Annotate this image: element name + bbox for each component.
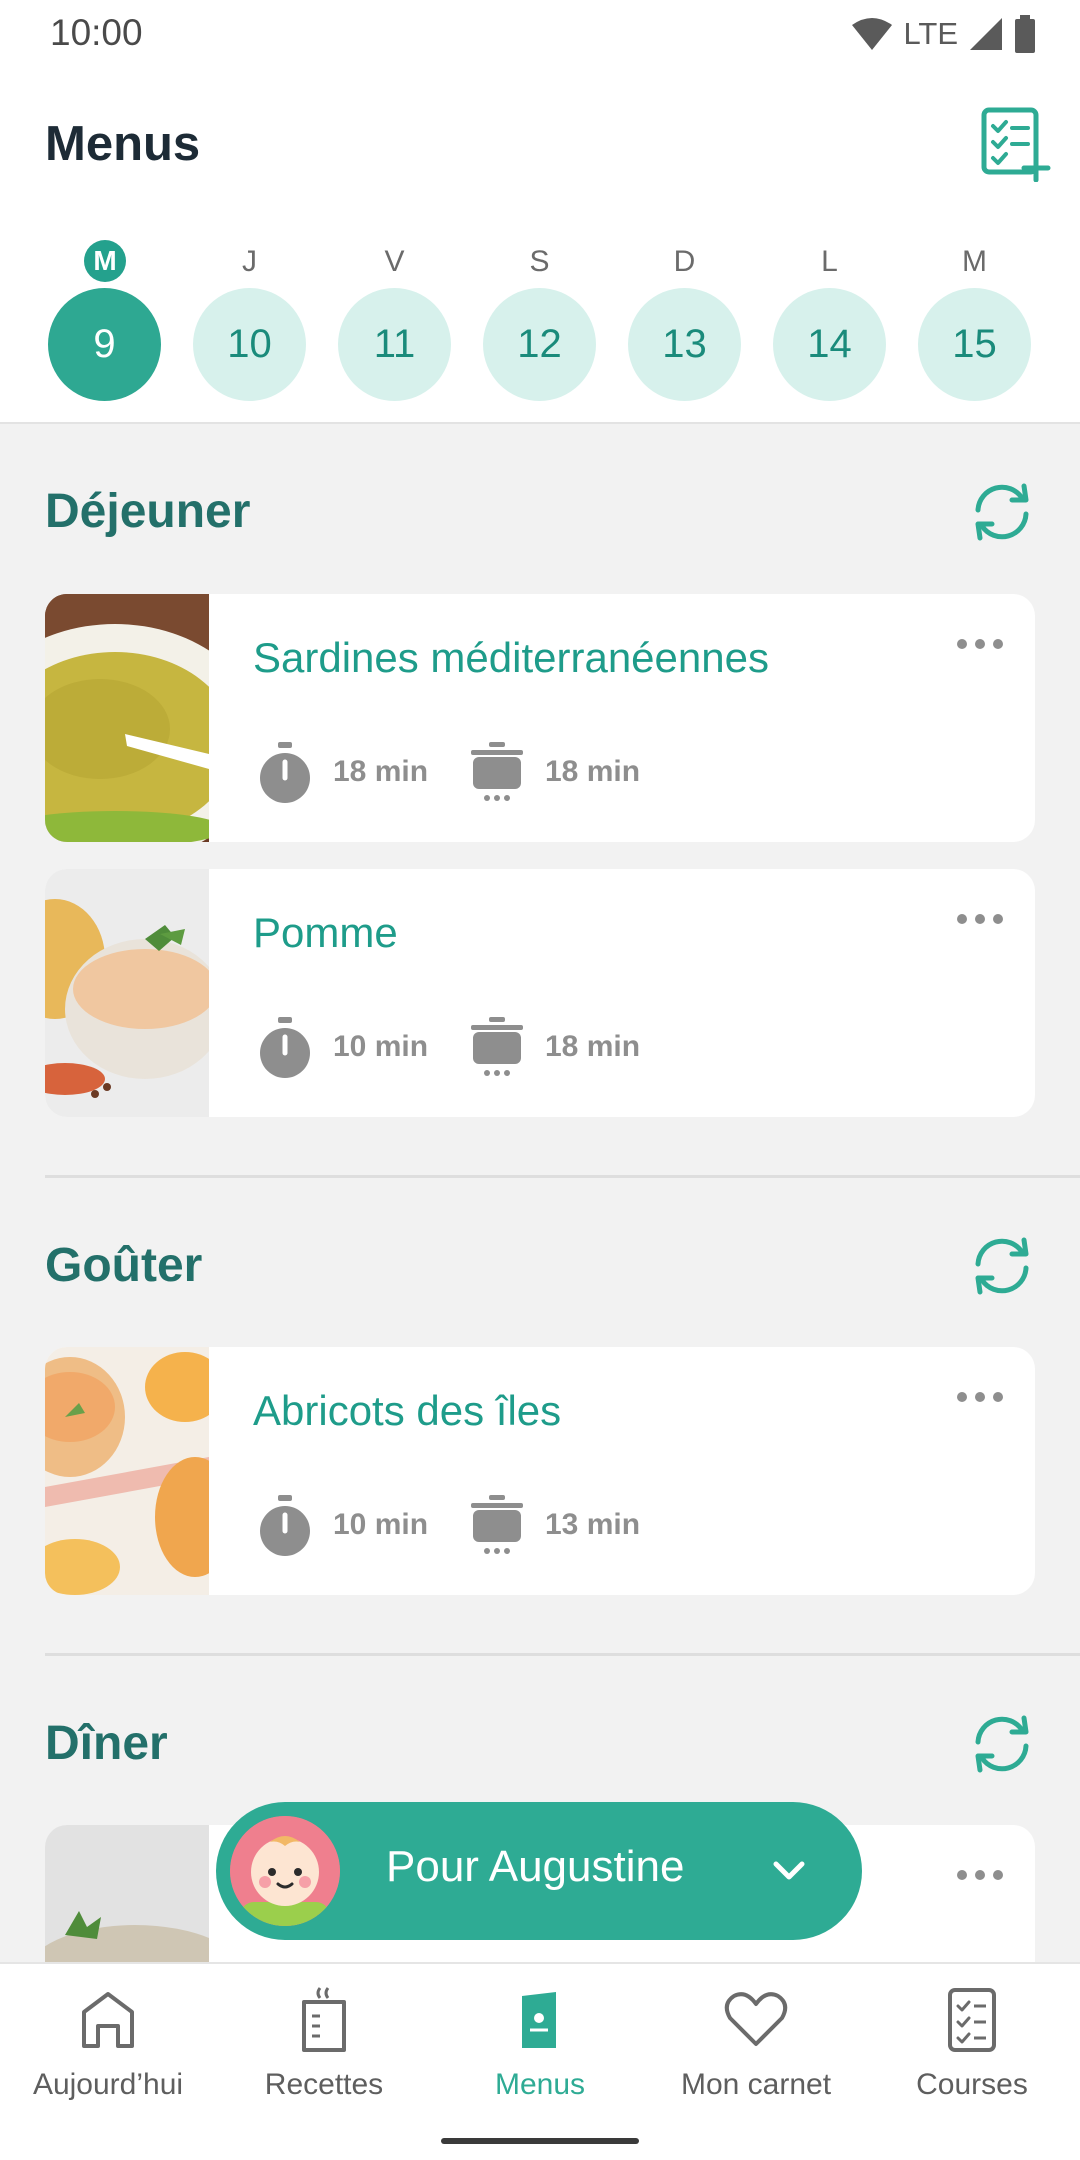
refresh-icon [975,1237,1029,1295]
day-number: 12 [483,288,596,401]
network-type: LTE [903,16,958,51]
nav-item-menus[interactable]: Menus [432,1964,648,2118]
refresh-gouter-button[interactable] [966,1230,1038,1302]
nav-label: Courses [916,2068,1028,2101]
nav-label: Menus [494,2068,586,2101]
add-to-list-button[interactable] [980,106,1052,183]
profile-name: Pour Augustine [386,1842,685,1891]
status-icons: LTE [851,14,1036,54]
more-options-button[interactable] [955,1863,1005,1887]
pot-icon [471,1495,523,1554]
recipe-title: Sardines méditerranéennes [253,634,769,681]
refresh-dejeuner-button[interactable] [966,476,1038,548]
status-bar: 10:00 LTE [0,0,1080,66]
nav-label: Recettes [264,2068,384,2101]
day-selector-item[interactable]: V 11 [338,240,451,401]
day-letter: D [673,245,696,278]
nav-item-aujourdhui[interactable]: Aujourd’hui [0,1964,216,2118]
cook-time: 18 min [469,742,640,802]
recipe-icon [302,1987,346,2052]
day-number: 13 [628,288,741,401]
section-divider [45,1653,1080,1656]
status-time: 10:00 [50,12,143,53]
section-title-gouter: Goûter [45,1239,203,1292]
recipe-card[interactable]: Abricots des îles 10 min 13 min [45,1347,1035,1595]
baby-avatar-icon [230,1816,340,1926]
day-selector-item[interactable]: M 15 [918,240,1031,401]
cook-time: 13 min [469,1495,640,1555]
prep-time-label: 18 min [333,755,429,788]
more-options-button[interactable] [955,907,1005,931]
recipe-card[interactable]: Sardines méditerranéennes 18 min 18 min [45,594,1035,842]
day-number: 10 [193,288,306,401]
refresh-icon [975,483,1029,541]
page-title: Menus [45,117,201,171]
wifi-icon [852,18,893,50]
nav-label: Mon carnet [680,2068,832,2101]
timer-icon [260,1495,310,1556]
recipe-image [45,1347,209,1595]
prep-time: 10 min [257,1495,429,1556]
recipe-card[interactable]: Pomme 10 min 18 min [45,869,1035,1117]
nav-item-mon-carnet[interactable]: Mon carnet [648,1964,864,2118]
day-number: 9 [48,288,161,401]
bottom-navigation: Aujourd’hui Recettes Menus Mon carnet Co… [0,1962,1080,2116]
prep-time: 10 min [257,1017,429,1078]
more-horizontal-icon [957,914,1003,924]
day-letter: M [84,240,126,282]
prep-time-label: 10 min [333,1030,429,1063]
refresh-icon [975,1715,1029,1773]
day-selector-item[interactable]: D 13 [628,240,741,401]
home-gesture-bar[interactable] [441,2138,639,2144]
section-title-diner: Dîner [45,1717,168,1770]
pot-icon [471,1017,523,1076]
section-title-dejeuner: Déjeuner [45,485,251,538]
signal-icon [970,18,1002,50]
recipe-title: Pomme [253,909,398,956]
section-divider [45,1175,1080,1178]
cook-time-label: 13 min [545,1508,641,1541]
nav-item-courses[interactable]: Courses [864,1964,1080,2118]
checklist-icon [948,1988,996,2052]
more-options-button[interactable] [955,1385,1005,1409]
prep-time: 18 min [257,742,429,803]
more-options-button[interactable] [955,632,1005,656]
timer-icon [260,742,310,803]
day-selector-item[interactable]: M 9 [48,240,161,401]
heart-icon [724,1992,788,2046]
home-icon [82,1992,134,2048]
nav-item-recettes[interactable]: Recettes [216,1964,432,2118]
nav-label: Aujourd’hui [32,2068,184,2101]
day-letter: V [384,245,405,278]
cook-time: 18 min [469,1017,640,1077]
more-horizontal-icon [957,639,1003,649]
day-letter: M [962,245,987,278]
recipe-image [45,869,209,1117]
recipe-image [45,594,209,842]
day-number: 11 [338,288,451,401]
more-horizontal-icon [957,1392,1003,1402]
day-selector-item[interactable]: L 14 [773,240,886,401]
chevron-down-icon [773,1861,805,1880]
cook-time-label: 18 min [545,755,641,788]
prep-time-label: 10 min [333,1508,429,1541]
recipe-title: Abricots des îles [253,1387,562,1434]
checklist-add-icon [981,107,1051,183]
menu-book-icon [522,1992,556,2048]
day-number: 14 [773,288,886,401]
avatar [230,1816,340,1926]
day-selector-item[interactable]: S 12 [483,240,596,401]
timer-icon [260,1017,310,1078]
pot-icon [471,742,523,801]
day-letter: J [242,245,257,278]
day-selector-item[interactable]: J 10 [193,240,306,401]
day-number: 15 [918,288,1031,401]
cook-time-label: 18 min [545,1030,641,1063]
refresh-diner-button[interactable] [966,1708,1038,1780]
more-horizontal-icon [957,1870,1003,1880]
battery-icon [1015,15,1035,53]
child-profile-button[interactable]: Pour Augustine [216,1802,862,1940]
day-letter: S [529,245,550,278]
day-letter: L [821,245,838,278]
